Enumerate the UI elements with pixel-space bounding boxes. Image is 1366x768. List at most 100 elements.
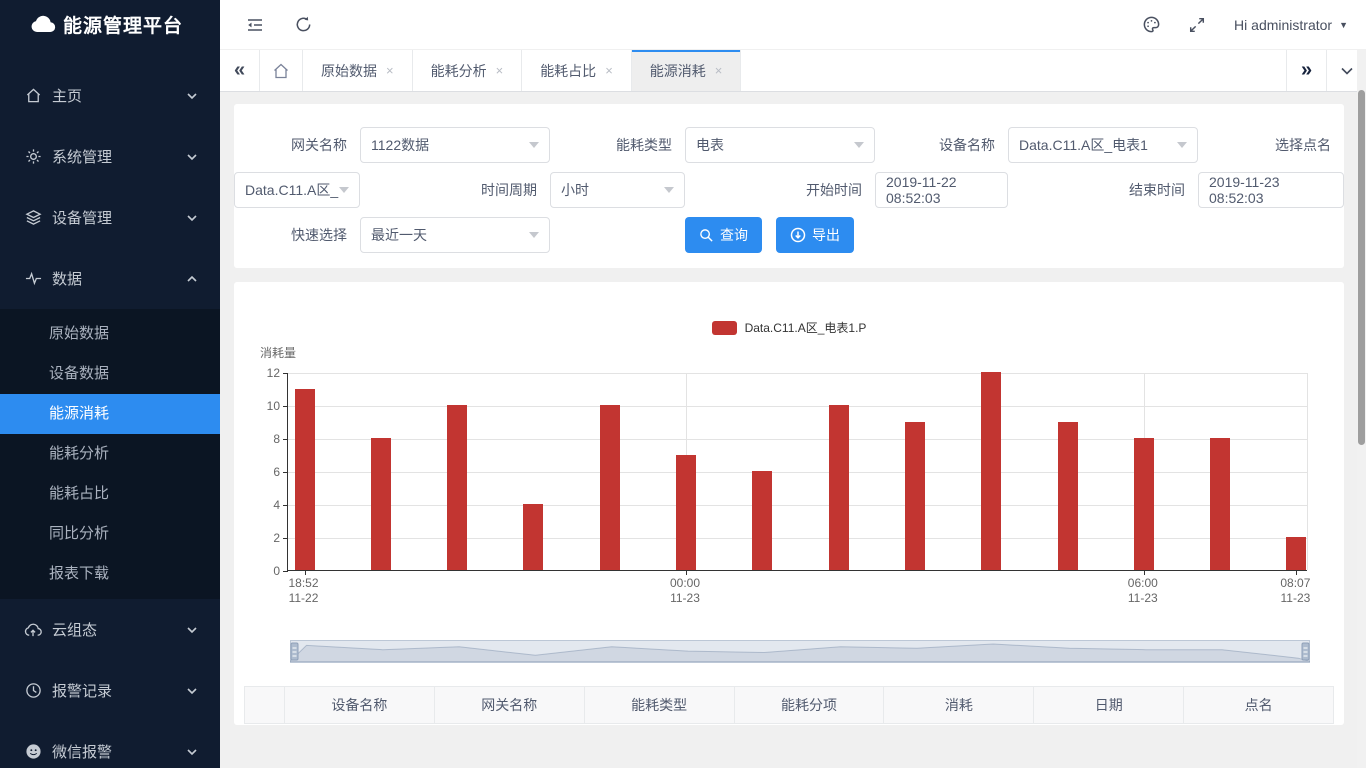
table-col-energy-type: 能耗类型 <box>585 687 735 723</box>
caret-down-icon: ▼ <box>1339 20 1348 30</box>
table-col-gateway: 网关名称 <box>435 687 585 723</box>
bar-9[interactable] <box>981 372 1001 570</box>
chevron-down-icon <box>186 212 198 224</box>
sidebar-item-energy-analysis[interactable]: 能耗分析 <box>0 434 220 474</box>
bar-1[interactable] <box>371 438 391 570</box>
tab-home[interactable] <box>260 50 303 91</box>
tab-label: 原始数据 <box>321 61 377 81</box>
bar-8[interactable] <box>905 422 925 571</box>
select-caret-icon <box>529 232 539 238</box>
close-icon[interactable]: × <box>605 63 613 78</box>
device-label: 设备名称 <box>875 135 1008 155</box>
fullscreen-icon[interactable] <box>1186 14 1208 36</box>
chevron-down-icon <box>1340 64 1354 78</box>
start-time-input[interactable]: 2019-11-22 08:52:03 <box>875 172 1008 208</box>
datazoom-slider[interactable] <box>290 640 1310 663</box>
quick-select[interactable]: 最近一天 <box>360 217 550 253</box>
sidebar-item-energy-ratio[interactable]: 能耗占比 <box>0 474 220 514</box>
legend-swatch <box>712 321 737 335</box>
sidebar-item-device-data[interactable]: 设备数据 <box>0 354 220 394</box>
gridline <box>288 406 1307 407</box>
gateway-select[interactable]: 1122数据 <box>360 127 550 163</box>
point-value: Data.C11.A区_电表1.P <box>245 180 339 200</box>
chevron-down-icon <box>186 151 198 163</box>
sidebar-item-label: 云组态 <box>52 619 186 640</box>
close-icon[interactable]: × <box>386 63 394 78</box>
query-button-label: 查询 <box>720 225 748 245</box>
tabs-scroll-right-button[interactable]: » <box>1286 50 1326 91</box>
sidebar-item-home[interactable]: 主页 <box>0 65 220 126</box>
refresh-icon[interactable] <box>292 14 314 36</box>
sidebar-item-cloud-scada[interactable]: 云组态 <box>0 599 220 660</box>
bar-2[interactable] <box>447 405 467 570</box>
gridline <box>288 472 1307 473</box>
point-select[interactable]: Data.C11.A区_电表1.P <box>234 172 360 208</box>
tab-raw-data[interactable]: 原始数据 × <box>303 50 413 91</box>
sidebar-item-yoy-analysis[interactable]: 同比分析 <box>0 514 220 554</box>
x-axis-tick <box>305 570 306 575</box>
sidebar-item-wechat-alarm[interactable]: 微信报警 <box>0 721 220 768</box>
end-time-input[interactable]: 2019-11-23 08:52:03 <box>1198 172 1344 208</box>
bar-5[interactable] <box>676 455 696 571</box>
sidebar-item-raw-data[interactable]: 原始数据 <box>0 314 220 354</box>
layers-icon <box>24 209 42 227</box>
device-select[interactable]: Data.C11.A区_电表1 <box>1008 127 1198 163</box>
bar-3[interactable] <box>523 504 543 570</box>
gridline <box>288 439 1307 440</box>
sidebar-item-device[interactable]: 设备管理 <box>0 187 220 248</box>
select-caret-icon <box>854 142 864 148</box>
bar-10[interactable] <box>1058 422 1078 571</box>
y-axis-tick <box>283 571 288 572</box>
energy-type-select[interactable]: 电表 <box>685 127 875 163</box>
bar-11[interactable] <box>1134 438 1154 570</box>
sidebar-item-report-download[interactable]: 报表下载 <box>0 554 220 594</box>
content: 网关名称 1122数据 能耗类型 电表 设备名称 Data.C11.A区_电表1… <box>220 92 1366 768</box>
close-icon[interactable]: × <box>715 63 723 78</box>
sidebar-item-label: 设备管理 <box>52 207 186 228</box>
x-tick-label: 06:0011-23 <box>1113 576 1173 606</box>
app-logo: 能源管理平台 <box>0 0 220 48</box>
bar-4[interactable] <box>600 405 620 570</box>
gridline <box>288 538 1307 539</box>
bar-7[interactable] <box>829 405 849 570</box>
sidebar-item-energy-consumption[interactable]: 能源消耗 <box>0 394 220 434</box>
bar-13[interactable] <box>1286 537 1306 570</box>
energy-type-value: 电表 <box>696 135 854 155</box>
palette-icon[interactable] <box>1140 14 1162 36</box>
period-select[interactable]: 小时 <box>550 172 685 208</box>
query-button[interactable]: 查询 <box>685 217 762 253</box>
gateway-label: 网关名称 <box>234 135 360 155</box>
table-col-energy-subitem: 能耗分项 <box>735 687 885 723</box>
wechat-icon <box>24 743 42 761</box>
download-circle-icon <box>790 227 806 243</box>
home-icon <box>24 87 42 105</box>
legend-label: Data.C11.A区_电表1.P <box>745 319 867 336</box>
y-tick-label: 2 <box>234 531 280 545</box>
bar-12[interactable] <box>1210 438 1230 570</box>
close-icon[interactable]: × <box>496 63 504 78</box>
table-col-point: 点名 <box>1184 687 1334 723</box>
bar-0[interactable] <box>295 389 315 571</box>
filter-panel: 网关名称 1122数据 能耗类型 电表 设备名称 Data.C11.A区_电表1… <box>234 104 1344 268</box>
menu-fold-icon[interactable] <box>244 14 266 36</box>
sidebar-item-alarm-log[interactable]: 报警记录 <box>0 660 220 721</box>
sidebar-item-system[interactable]: 系统管理 <box>0 126 220 187</box>
start-time-label: 开始时间 <box>685 180 875 200</box>
point-label: 选择点名 <box>1198 135 1344 155</box>
end-time-label: 结束时间 <box>1008 180 1198 200</box>
gridline <box>288 505 1307 506</box>
bar-6[interactable] <box>752 471 772 570</box>
export-button[interactable]: 导出 <box>776 217 854 253</box>
tab-energy-analysis[interactable]: 能耗分析 × <box>413 50 523 91</box>
tab-energy-ratio[interactable]: 能耗占比 × <box>522 50 632 91</box>
select-caret-icon <box>1177 142 1187 148</box>
scrollbar-thumb[interactable] <box>1358 90 1365 445</box>
tabs-scroll-left-button[interactable]: « <box>220 50 260 91</box>
x-tick-label: 00:0011-23 <box>655 576 715 606</box>
page-scrollbar[interactable] <box>1357 50 1366 768</box>
sidebar-item-data[interactable]: 数据 <box>0 248 220 309</box>
topbar: Hi administrator ▼ <box>220 0 1366 50</box>
tab-energy-consumption[interactable]: 能源消耗 × <box>632 50 742 91</box>
user-menu[interactable]: Hi administrator ▼ <box>1234 17 1348 33</box>
chart-legend[interactable]: Data.C11.A区_电表1.P <box>234 319 1344 336</box>
